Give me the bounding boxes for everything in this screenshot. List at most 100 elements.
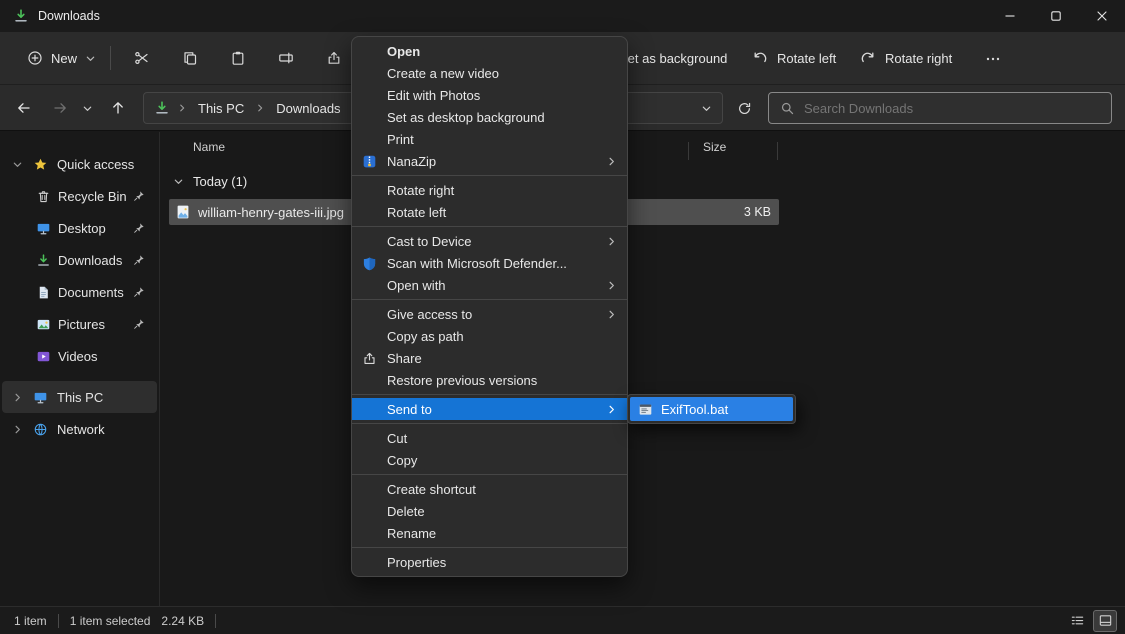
videos-icon [36, 349, 51, 364]
menu-item-label: Rotate left [387, 205, 446, 220]
menu-item-label: Cast to Device [387, 234, 472, 249]
pin-icon [133, 254, 145, 266]
menu-item-share[interactable]: Share [352, 347, 627, 369]
column-header-name[interactable]: Name [193, 140, 225, 154]
details-view-button[interactable] [1065, 610, 1089, 632]
breadcrumb-downloads[interactable]: Downloads [272, 99, 344, 118]
chevron-down-icon [12, 159, 24, 170]
window-title: Downloads [38, 9, 100, 23]
sidebar-item-recycle-bin[interactable]: Recycle Bin [2, 180, 157, 212]
menu-item-restore-previous-versions[interactable]: Restore previous versions [352, 369, 627, 391]
pictures-icon [36, 317, 51, 332]
menu-item-edit-with-photos[interactable]: Edit with Photos [352, 84, 627, 106]
paste-button[interactable] [218, 40, 258, 76]
menu-item-label: Scan with Microsoft Defender... [387, 256, 567, 271]
menu-item-rotate-left[interactable]: Rotate left [352, 201, 627, 223]
sidebar-item-this-pc[interactable]: This PC [2, 381, 157, 413]
menu-item-rotate-right[interactable]: Rotate right [352, 179, 627, 201]
rotate-right-button[interactable]: Rotate right [860, 32, 952, 85]
submenu-item-label: ExifTool.bat [661, 402, 728, 417]
group-header-today[interactable]: Today (1) [173, 174, 247, 189]
sidebar-item-network[interactable]: Network [2, 413, 157, 445]
menu-item-label: Create a new video [387, 66, 499, 81]
titlebar-app-info: Downloads [0, 8, 100, 24]
see-more-button[interactable] [985, 32, 1001, 85]
sidebar-item-desktop[interactable]: Desktop [2, 212, 157, 244]
share-button[interactable] [314, 40, 354, 76]
new-button-label: New [51, 51, 77, 66]
menu-item-give-access-to[interactable]: Give access to [352, 303, 627, 325]
menu-item-rename[interactable]: Rename [352, 522, 627, 544]
rename-button[interactable] [266, 40, 306, 76]
pin-icon [133, 318, 145, 330]
sidebar-item-quick-access[interactable]: Quick access [2, 148, 157, 180]
new-button[interactable]: New [16, 43, 107, 73]
nanazip-icon [362, 154, 377, 169]
menu-item-label: Edit with Photos [387, 88, 480, 103]
image-file-icon [175, 204, 191, 220]
sidebar-item-documents[interactable]: Documents [2, 276, 157, 308]
maximize-button[interactable] [1033, 0, 1079, 32]
menu-item-nanazip[interactable]: NanaZip [352, 150, 627, 172]
breadcrumb-chevron-icon [177, 103, 187, 113]
column-divider[interactable] [688, 142, 689, 160]
submenu-arrow-icon [606, 280, 617, 291]
rotate-right-icon [860, 51, 876, 67]
recent-locations-button[interactable] [74, 92, 100, 124]
search-input[interactable] [804, 101, 1074, 116]
menu-item-copy-as-path[interactable]: Copy as path [352, 325, 627, 347]
minimize-button[interactable] [987, 0, 1033, 32]
menu-item-label: Give access to [387, 307, 472, 322]
menu-item-label: Send to [387, 402, 432, 417]
up-button[interactable] [102, 92, 134, 124]
sidebar-item-pictures[interactable]: Pictures [2, 308, 157, 340]
submenu-item-exiftool[interactable]: ExifTool.bat [630, 397, 793, 421]
star-icon [33, 157, 48, 172]
menu-item-open-with[interactable]: Open with [352, 274, 627, 296]
submenu-arrow-icon [606, 309, 617, 320]
menu-item-properties[interactable]: Properties [352, 551, 627, 573]
column-divider[interactable] [777, 142, 778, 160]
view-switcher [1065, 610, 1117, 632]
rotate-left-label: Rotate left [777, 51, 836, 66]
close-button[interactable] [1079, 0, 1125, 32]
copy-button[interactable] [170, 40, 210, 76]
sidebar-item-videos[interactable]: Videos [2, 340, 157, 372]
menu-item-cast-to-device[interactable]: Cast to Device [352, 230, 627, 252]
breadcrumb-this-pc[interactable]: This PC [194, 99, 248, 118]
pin-icon [133, 190, 145, 202]
back-button[interactable] [8, 92, 40, 124]
menu-item-label: Set as desktop background [387, 110, 545, 125]
menu-item-print[interactable]: Print [352, 128, 627, 150]
address-dropdown-icon[interactable] [701, 103, 712, 114]
menu-item-delete[interactable]: Delete [352, 500, 627, 522]
forward-button[interactable] [44, 92, 76, 124]
column-header-size[interactable]: Size [703, 140, 726, 154]
menu-item-send-to[interactable]: Send to [352, 398, 627, 420]
menu-item-label: Share [387, 351, 422, 366]
menu-item-cut[interactable]: Cut [352, 427, 627, 449]
sidebar-label: Downloads [58, 253, 122, 268]
cut-button[interactable] [122, 40, 162, 76]
menu-item-create-shortcut[interactable]: Create shortcut [352, 478, 627, 500]
menu-separator [352, 423, 627, 424]
large-icons-view-button[interactable] [1093, 610, 1117, 632]
menu-item-copy[interactable]: Copy [352, 449, 627, 471]
menu-separator [352, 394, 627, 395]
batch-file-icon [638, 402, 653, 417]
menu-item-scan-with-microsoft-defender[interactable]: Scan with Microsoft Defender... [352, 252, 627, 274]
menu-item-create-a-new-video[interactable]: Create a new video [352, 62, 627, 84]
file-list-pane: Name Size Today (1) william-henry-gates-… [161, 132, 1125, 606]
rotate-left-button[interactable]: Rotate left [752, 32, 836, 85]
file-size: 3 KB [744, 205, 771, 219]
group-label: Today (1) [193, 174, 247, 189]
sidebar-spacer [0, 372, 159, 381]
menu-item-label: Print [387, 132, 414, 147]
menu-item-open[interactable]: Open [352, 40, 627, 62]
sidebar-item-downloads[interactable]: Downloads [2, 244, 157, 276]
sidebar-label: Documents [58, 285, 124, 300]
menu-item-set-as-desktop-background[interactable]: Set as desktop background [352, 106, 627, 128]
refresh-button[interactable] [728, 92, 760, 124]
selection-size: 2.24 KB [161, 614, 204, 628]
search-box[interactable] [768, 92, 1112, 124]
